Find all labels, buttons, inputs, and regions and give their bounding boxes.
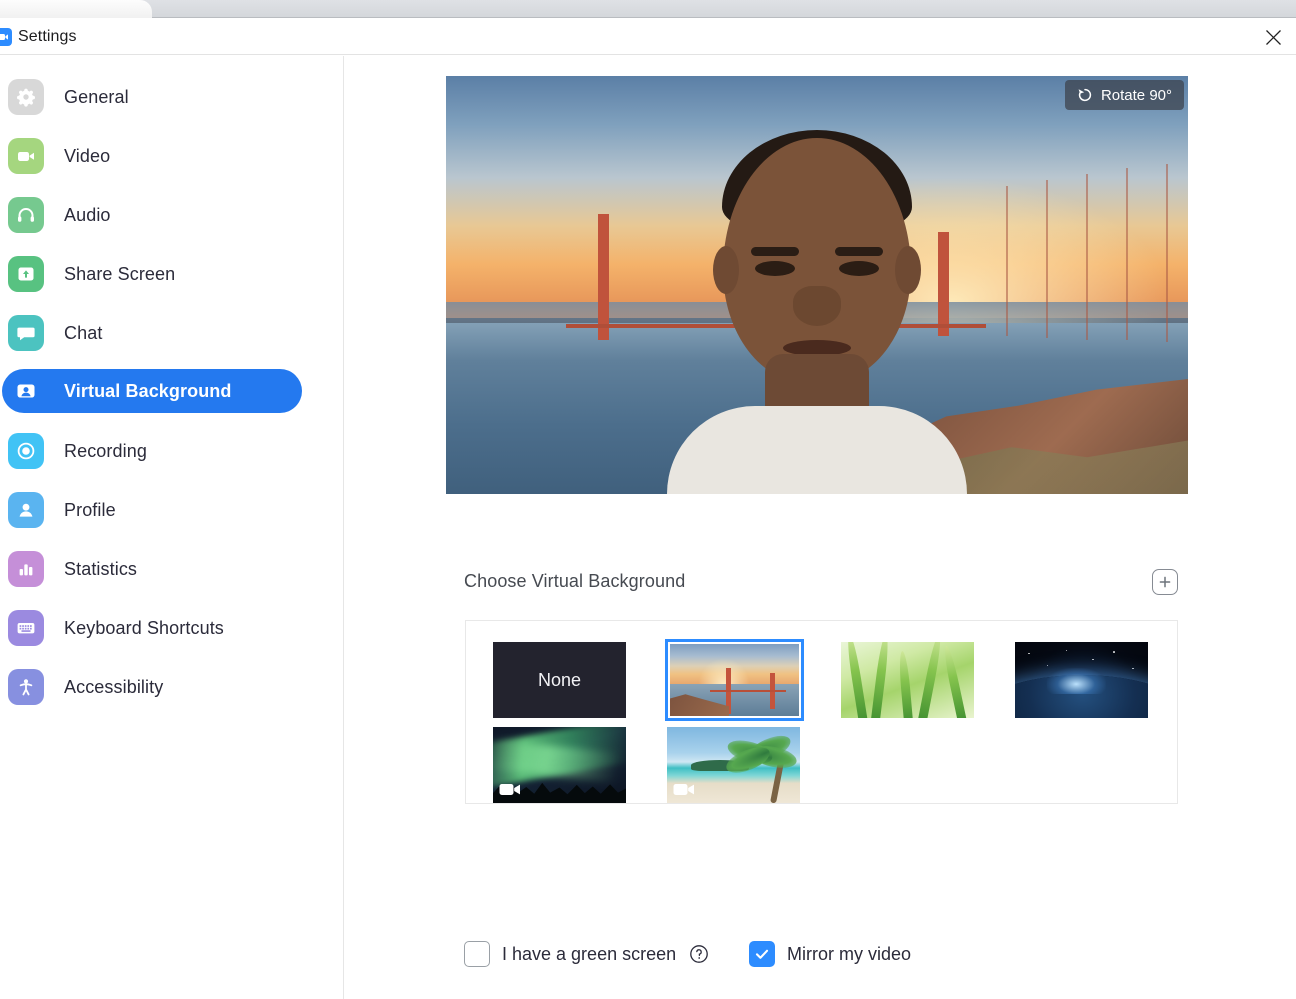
chat-bubble-icon [8,315,44,351]
background-thumb-aurora[interactable] [493,727,626,803]
mirror-video-option[interactable]: Mirror my video [749,941,911,967]
person-card-icon [8,373,44,409]
video-camera-icon [8,138,44,174]
sidebar-item-label: General [64,86,129,107]
person-icon [8,492,44,528]
sidebar-item-label: Video [64,145,111,166]
sidebar-item-profile[interactable]: Profile [2,488,302,532]
person-eye-right [839,261,879,276]
green-screen-label: I have a green screen [502,943,677,964]
background-thumb-golden-gate[interactable] [665,639,804,721]
browser-top-strip [0,0,1296,18]
share-screen-icon [8,256,44,292]
person-eye-left [755,261,795,276]
background-thumb-beach[interactable] [667,727,800,803]
background-thumb-none[interactable]: None [493,642,626,718]
sidebar-item-label: Profile [64,499,116,520]
record-circle-icon [8,433,44,469]
preview-cable-2 [1046,180,1048,338]
sidebar-item-label: Virtual Background [64,380,232,401]
video-preview: Rotate 90° [446,76,1188,494]
close-icon[interactable] [1250,19,1296,55]
preview-cable-1 [1006,186,1008,336]
preview-cable-3 [1086,174,1088,340]
green-screen-checkbox[interactable] [464,941,490,967]
preview-cable-4 [1126,168,1128,340]
headphones-icon [8,197,44,233]
window-titlebar: Settings [0,19,1296,55]
plus-icon [1158,575,1172,589]
sidebar-item-share-screen[interactable]: Share Screen [2,252,302,296]
sidebar-item-label: Audio [64,204,111,225]
sidebar-item-video[interactable]: Video [2,134,302,178]
rotate-90-button[interactable]: Rotate 90° [1064,80,1184,110]
virtual-background-panel: Rotate 90° Choose Virtual Background Non… [345,56,1296,999]
video-file-icon [498,781,522,798]
sidebar-item-label: Share Screen [64,263,176,284]
background-thumb-earth[interactable] [1015,642,1148,718]
background-options: I have a green screen Mirror my video [464,941,1178,981]
sidebar-item-label: Statistics [64,558,138,579]
person-brow-right [835,247,883,256]
gear-icon [8,79,44,115]
mirror-video-checkbox[interactable] [749,941,775,967]
sidebar-item-label: Recording [64,440,147,461]
sidebar-item-general[interactable]: General [2,75,302,119]
person-ear-right [895,246,921,294]
sidebar-item-accessibility[interactable]: Accessibility [2,665,302,709]
background-thumb-grass[interactable] [841,642,974,718]
background-thumbnail-panel: None [465,620,1178,804]
choose-background-title: Choose Virtual Background [464,571,686,591]
accessibility-icon [8,669,44,705]
rotate-button-label: Rotate 90° [1100,86,1172,104]
sidebar-item-chat[interactable]: Chat [2,311,302,355]
sidebar-item-virtual-background[interactable]: Virtual Background [2,369,302,413]
background-thumb-label: None [537,669,582,690]
keyboard-icon [8,610,44,646]
sidebar-item-statistics[interactable]: Statistics [2,547,302,591]
sidebar-item-recording[interactable]: Recording [2,429,302,473]
preview-bridge-tower-left [598,214,609,340]
sidebar-item-label: Accessibility [64,676,164,697]
person-nose [793,286,841,326]
video-file-icon [672,781,696,798]
sidebar-item-keyboard-shortcuts[interactable]: Keyboard Shortcuts [2,606,302,650]
rotate-ccw-icon [1077,87,1093,103]
zoom-logo-icon [0,28,12,46]
person-ear-left [713,246,739,294]
preview-cable-5 [1166,164,1168,342]
person-shirt [667,406,967,494]
add-background-button[interactable] [1152,569,1178,595]
settings-sidebar: General Video Audio Share Screen Chat Vi… [0,56,344,999]
person-brow-left [751,247,799,256]
sidebar-item-label: Chat [64,322,103,343]
question-circle-icon[interactable] [688,943,710,965]
choose-background-header: Choose Virtual Background [464,569,1178,603]
bar-chart-icon [8,551,44,587]
preview-person [667,99,967,494]
sidebar-item-audio[interactable]: Audio [2,193,302,237]
window-title: Settings [18,28,77,45]
green-screen-option[interactable]: I have a green screen [464,941,710,967]
browser-tab[interactable] [0,0,152,18]
mirror-video-label: Mirror my video [787,943,912,964]
sidebar-item-label: Keyboard Shortcuts [64,617,224,638]
